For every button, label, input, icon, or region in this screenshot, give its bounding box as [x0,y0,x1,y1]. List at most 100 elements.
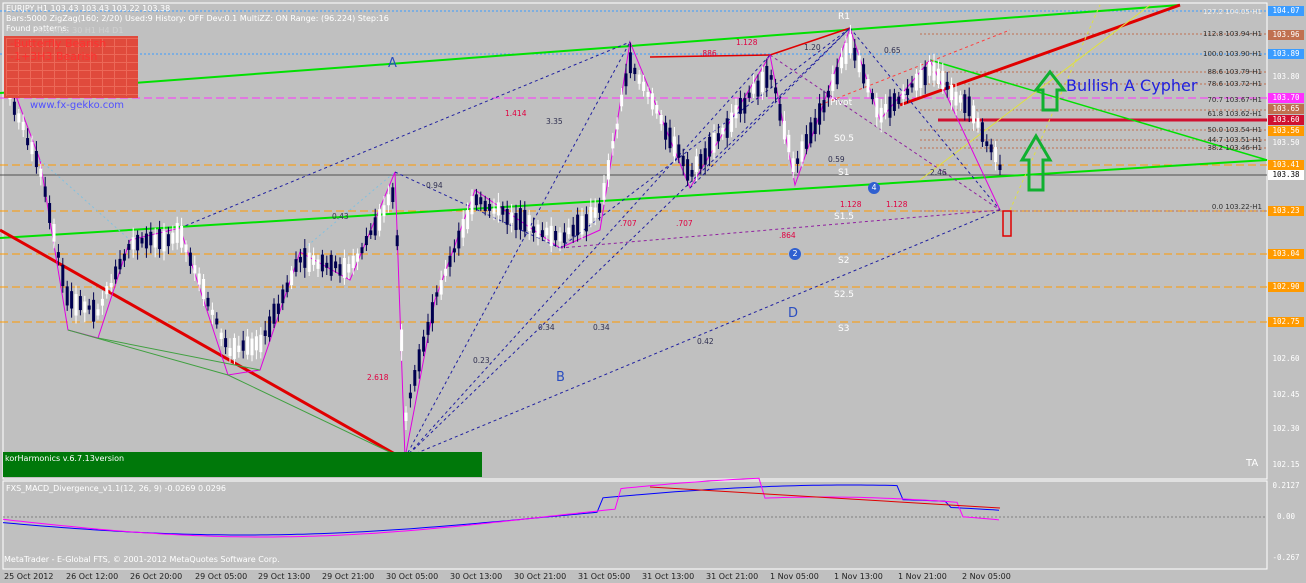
candle-body [26,138,30,146]
candle-body [268,316,272,338]
candle-body [483,200,487,211]
candle-body [690,169,694,177]
candle-body [677,144,681,158]
metatrader-chart-window[interactable]: EURJPY,H1 103.43 103.43 103.22 103.38 Ba… [0,0,1306,583]
ratio-label: 1.414 [505,109,527,118]
price-tick: 102.60 [1272,354,1300,363]
candle-body [699,154,703,169]
ratio-label: 1.128 [736,38,758,47]
candle-body [52,223,56,242]
candle-body [778,104,782,121]
point-label-a: A [388,56,397,71]
ratio-label: 1.128 [886,200,908,209]
macd-tick: 0.2127 [1272,481,1300,490]
price-tag: 103.89 [1268,49,1304,59]
candle-body [395,235,399,247]
candle-body [738,97,742,114]
candle-body [21,121,25,131]
candle-body [826,90,830,98]
ratio-label: 1.128 [840,200,862,209]
candle-body [219,332,223,339]
macd-tick: -0.267 [1272,553,1300,562]
point-label-d: D [788,306,799,321]
candle-body [545,227,549,236]
candle-body [967,96,971,117]
pattern-3h3-bearish[interactable]: -1+3H3 Bearish [10,51,97,62]
candle-body [180,225,184,248]
candle-body [364,235,368,246]
candle-body [250,338,254,356]
price-tag: 103.23 [1268,206,1304,216]
price-tick: 103.80 [1272,72,1300,81]
candle-body [188,252,192,266]
candle-body [558,232,562,242]
ratio-label: 2.618 [367,373,389,382]
candle-body [281,289,285,304]
price-tag: 103.96 [1268,30,1304,40]
ratio-label: .886 [700,49,717,58]
pivot-s2: S2 [838,256,850,266]
candle-body [118,258,122,270]
candle-body [554,230,558,241]
candle-body [470,196,474,215]
candle-body [628,52,632,74]
candle-body [936,68,940,85]
symbol-quote-line: EURJPY,H1 103.43 103.43 103.22 103.38 [6,4,171,13]
candle-body [611,141,615,149]
candle-body [400,329,404,352]
price-tag: 103.04 [1268,249,1304,259]
candle-body [510,212,514,223]
candle-body [536,224,540,237]
candle-body [105,286,109,295]
candle-body [144,233,148,249]
timeframe-selector[interactable]: M5 M15 30 H1 H4 D1 [38,26,123,35]
candle-body [122,253,126,261]
candle-body [210,309,214,315]
candle-body [127,243,131,250]
candle-body [721,127,725,135]
candle-body [430,302,434,324]
price-tick: 103.50 [1272,138,1300,147]
candle-body [232,337,236,359]
candle-body [259,334,263,353]
candle-body [298,256,302,263]
candle-body [672,136,676,157]
candle-body [448,255,452,267]
candle-body [527,215,531,232]
ratio-label: 3.35 [546,117,563,126]
candle-body [796,158,800,164]
fib-label: 61.8 103.62-H1 [1207,110,1262,118]
current-price-tag: 103.38 [1268,170,1304,180]
candle-body [171,232,175,244]
candle-body [593,207,597,218]
candle-body [769,75,773,80]
candle-body [224,338,228,348]
price-tag: 102.90 [1268,282,1304,292]
fib-label: 70.7 103.67-H1 [1207,96,1262,104]
candle-body [373,217,377,236]
indicator-settings-line: Bars:5000 ZigZag(160; 2/20) Used:9 Histo… [6,14,389,23]
candle-body [906,88,910,96]
candle-body [879,107,883,123]
candle-body [571,224,575,237]
candle-body [580,216,584,235]
candle-body [813,117,817,135]
candle-body [664,122,668,140]
candle-body [602,183,606,200]
candle-body [972,105,976,124]
candle-body [576,214,580,236]
candle-body [153,234,157,248]
time-axis-label: 31 Oct 13:00 [642,572,695,581]
time-axis-label: 30 Oct 05:00 [386,572,439,581]
candle-body [980,122,984,142]
candle-body [351,255,355,269]
candle-body [752,83,756,94]
candle-body [941,70,945,90]
pattern-butterfly-bearish[interactable]: -Butterfly Bearish [10,38,106,49]
candle-body [774,87,778,94]
time-axis-label: 30 Oct 13:00 [450,572,503,581]
candle-body [787,134,791,153]
time-axis-label: 26 Oct 12:00 [66,572,119,581]
candle-body [958,95,962,103]
time-axis-label: 1 Nov 05:00 [770,572,819,581]
